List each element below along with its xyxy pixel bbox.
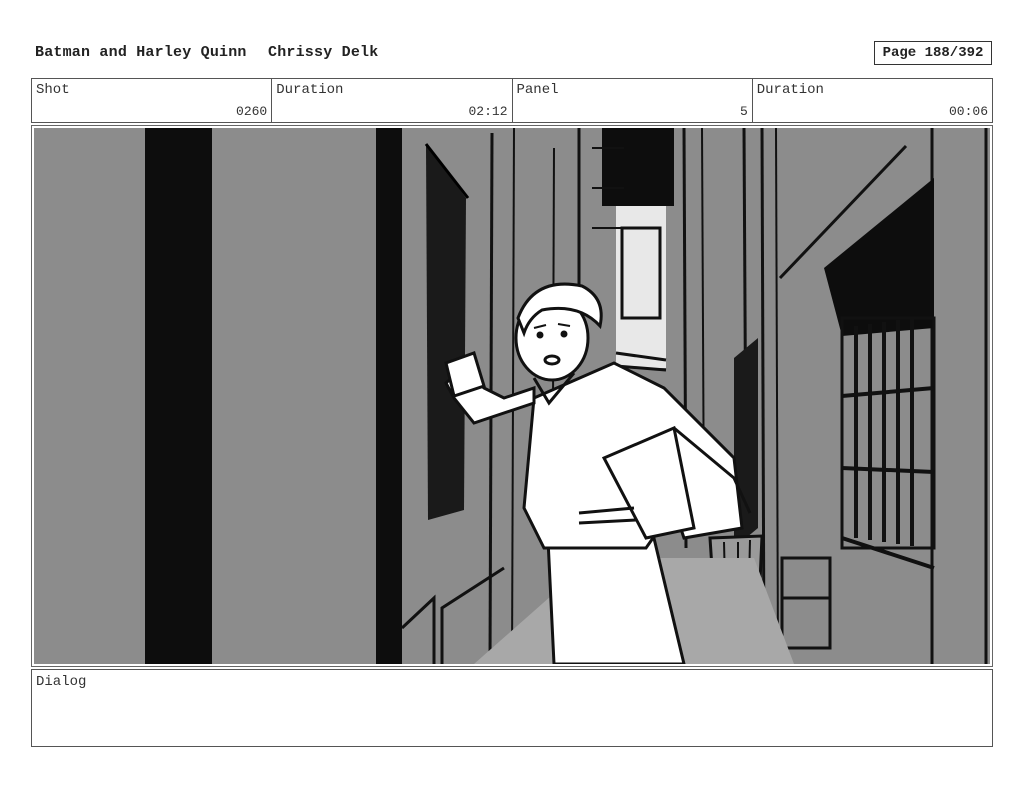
left-window xyxy=(426,144,466,520)
dialog-box: Dialog xyxy=(31,669,993,747)
alley-far-dark xyxy=(602,128,674,206)
shot-cell: Shot 0260 xyxy=(32,79,273,122)
shot-duration-label: Duration xyxy=(276,82,344,98)
shot-duration-cell: Duration 02:12 xyxy=(272,79,513,122)
panel-value: 5 xyxy=(739,104,748,119)
artist-name: Chrissy Delk xyxy=(268,44,379,61)
panel-duration-label: Duration xyxy=(756,82,824,98)
page-counter: Page 188/392 xyxy=(874,41,992,65)
shot-info-row: Shot 0260 Duration 02:12 Panel 5 Duratio… xyxy=(31,78,993,123)
panel-label: Panel xyxy=(516,82,559,98)
panel-duration-cell: Duration 00:06 xyxy=(753,79,992,122)
dialog-label: Dialog xyxy=(36,674,87,690)
storyboard-drawing xyxy=(34,128,990,664)
left-wall-shadow xyxy=(145,128,212,664)
shot-value: 0260 xyxy=(236,104,268,119)
shot-duration-value: 02:12 xyxy=(468,104,508,119)
project-title: Batman and Harley Quinn xyxy=(35,44,247,61)
panel-cell: Panel 5 xyxy=(513,79,753,122)
door-frame-shadow xyxy=(376,128,402,664)
panel-duration-value: 00:06 xyxy=(948,104,988,119)
shot-label: Shot xyxy=(36,82,70,98)
